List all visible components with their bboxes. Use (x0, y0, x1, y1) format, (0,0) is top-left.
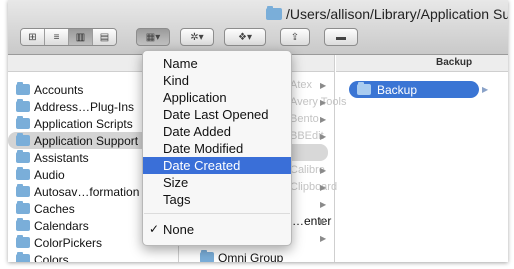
disclosure-arrow-icon: ▶ (320, 200, 327, 209)
menu-item-date-modified[interactable]: Date Modified (143, 140, 291, 157)
list-item[interactable]: Application Scripts (8, 115, 133, 132)
arrange-button[interactable]: ▦▾ (136, 28, 170, 46)
column-backup: Backup ▶ (336, 72, 508, 262)
list-item-selected[interactable]: Backup (349, 81, 479, 98)
icon-view-button[interactable]: ⊞ (21, 29, 45, 45)
disclosure-arrow-icon: ▶ (320, 166, 327, 175)
menu-item-date-created[interactable]: Date Created (143, 157, 291, 174)
gear-icon: ✲▾ (190, 31, 204, 43)
share-icon: ⇪ (290, 31, 300, 43)
path-text: /Users/allison/Library/Application Su (286, 6, 508, 22)
disclosure-arrow-icon: ▶ (482, 85, 489, 94)
share-button[interactable]: ⇪ (280, 28, 310, 46)
list-item[interactable]: Atex (290, 76, 312, 93)
column-view-button[interactable]: ▥ (69, 29, 93, 45)
list-item[interactable]: BBEdit (290, 127, 324, 144)
folder-icon (266, 6, 282, 20)
folder-icon (16, 201, 30, 214)
menu-separator (144, 213, 290, 214)
dropbox-icon: ❖▾ (238, 31, 252, 43)
list-item[interactable]: Audio (8, 166, 65, 183)
tag-icon: ▬ (336, 31, 346, 43)
folder-icon (16, 133, 30, 146)
folder-icon (16, 235, 30, 248)
disclosure-arrow-icon: ▶ (320, 98, 327, 107)
column-header-backup: Backup (336, 55, 508, 72)
list-item[interactable]: Accounts (8, 81, 83, 98)
folder-icon (357, 82, 371, 95)
list-item[interactable]: Bento (290, 110, 319, 127)
list-item[interactable]: Address…Plug-Ins (8, 98, 134, 115)
disclosure-arrow-icon: ▶ (320, 115, 327, 124)
menu-item-name[interactable]: Name (143, 55, 291, 72)
folder-icon (16, 82, 30, 95)
toolbar: /Users/allison/Library/Application Su ⊞ … (8, 0, 508, 55)
finder-window: /Users/allison/Library/Application Su ⊞ … (8, 0, 508, 262)
folder-icon (16, 218, 30, 231)
menu-item-tags[interactable]: Tags (143, 191, 291, 208)
menu-item-date-last-opened[interactable]: Date Last Opened (143, 106, 291, 123)
list-item[interactable]: Clipboard (290, 178, 337, 195)
disclosure-arrow-icon: ▶ (320, 81, 327, 90)
menu-item-application[interactable]: Application (143, 89, 291, 106)
menu-item-size[interactable]: Size (143, 174, 291, 191)
dropbox-button[interactable]: ❖▾ (224, 28, 266, 46)
disclosure-arrow-icon: ▶ (320, 132, 327, 141)
list-item[interactable]: Caches (8, 200, 75, 217)
list-item[interactable]: ColorPickers (8, 234, 102, 251)
folder-icon (16, 150, 30, 163)
list-item[interactable]: Omni Group (192, 249, 283, 262)
action-button[interactable]: ✲▾ (180, 28, 214, 46)
folder-icon (16, 184, 30, 197)
menu-item-date-added[interactable]: Date Added (143, 123, 291, 140)
list-item[interactable]: Calendars (8, 217, 89, 234)
arrange-by-menu: Name Kind Application Date Last Opened D… (142, 50, 292, 246)
menu-item-none[interactable]: ✓ None (143, 221, 291, 238)
column-divider[interactable] (334, 55, 335, 262)
path-title: /Users/allison/Library/Application Su (266, 6, 508, 22)
tag-button[interactable]: ▬ (324, 28, 358, 46)
list-item[interactable]: Colors (8, 251, 69, 262)
arrange-icon: ▦▾ (145, 31, 161, 43)
disclosure-arrow-icon: ▶ (320, 234, 327, 243)
folder-icon (200, 250, 214, 262)
checkmark-icon: ✓ (149, 222, 160, 236)
folder-icon (16, 116, 30, 129)
folder-icon (16, 252, 30, 262)
disclosure-arrow-icon: ▶ (320, 217, 327, 226)
menu-item-kind[interactable]: Kind (143, 72, 291, 89)
list-view-button[interactable]: ≡ (45, 29, 69, 45)
list-item[interactable]: Autosav…formation (8, 183, 139, 200)
view-segmented-control: ⊞ ≡ ▥ ▤ (20, 28, 117, 46)
list-item[interactable]: Assistants (8, 149, 89, 166)
coverflow-view-button[interactable]: ▤ (93, 29, 116, 45)
folder-icon (16, 167, 30, 180)
disclosure-arrow-icon: ▶ (320, 183, 327, 192)
folder-icon (16, 99, 30, 112)
